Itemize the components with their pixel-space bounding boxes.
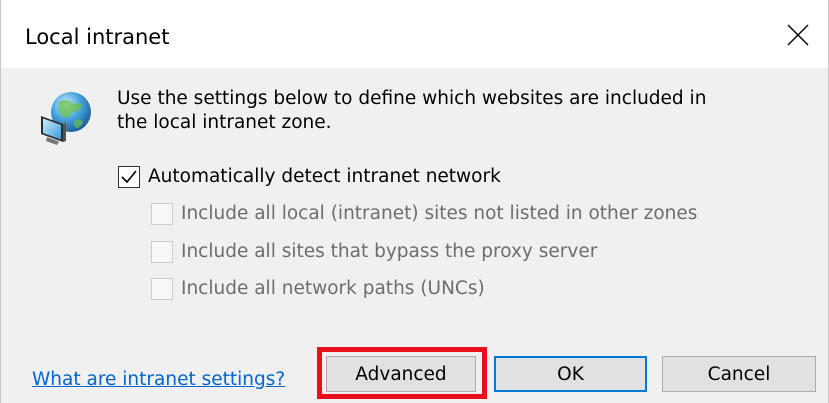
local-intranet-dialog: Local intranet Use the settings below to… xyxy=(0,0,829,403)
intro-line-1: Use the settings below to define which w… xyxy=(117,88,707,109)
include-local-sites-option[interactable]: Include all local (intranet) sites not l… xyxy=(151,202,697,226)
include-bypass-proxy-checkbox[interactable] xyxy=(151,241,173,263)
advanced-button[interactable]: Advanced xyxy=(326,356,476,392)
intro-text: Use the settings below to define which w… xyxy=(117,87,797,135)
title-bar: Local intranet xyxy=(1,0,828,68)
globe-monitor-icon xyxy=(41,92,91,145)
ok-button[interactable]: OK xyxy=(494,356,647,392)
close-icon xyxy=(787,24,809,46)
include-local-sites-checkbox[interactable] xyxy=(151,203,173,225)
include-network-paths-option[interactable]: Include all network paths (UNCs) xyxy=(151,277,485,301)
include-bypass-proxy-option[interactable]: Include all sites that bypass the proxy … xyxy=(151,240,597,264)
close-button[interactable] xyxy=(768,8,828,62)
include-network-paths-checkbox[interactable] xyxy=(151,278,173,300)
dialog-title: Local intranet xyxy=(25,25,170,49)
auto-detect-checkbox[interactable] xyxy=(118,166,140,188)
cancel-button[interactable]: Cancel xyxy=(662,356,816,392)
include-local-sites-label: Include all local (intranet) sites not l… xyxy=(181,203,698,224)
include-bypass-proxy-label: Include all sites that bypass the proxy … xyxy=(181,241,598,262)
include-network-paths-label: Include all network paths (UNCs) xyxy=(181,278,485,299)
intranet-settings-help-link[interactable]: What are intranet settings? xyxy=(32,368,285,392)
auto-detect-option[interactable]: Automatically detect intranet network xyxy=(118,165,501,189)
auto-detect-label: Automatically detect intranet network xyxy=(148,166,501,187)
intro-line-2: the local intranet zone. xyxy=(117,112,332,133)
checkmark-icon xyxy=(121,170,137,184)
